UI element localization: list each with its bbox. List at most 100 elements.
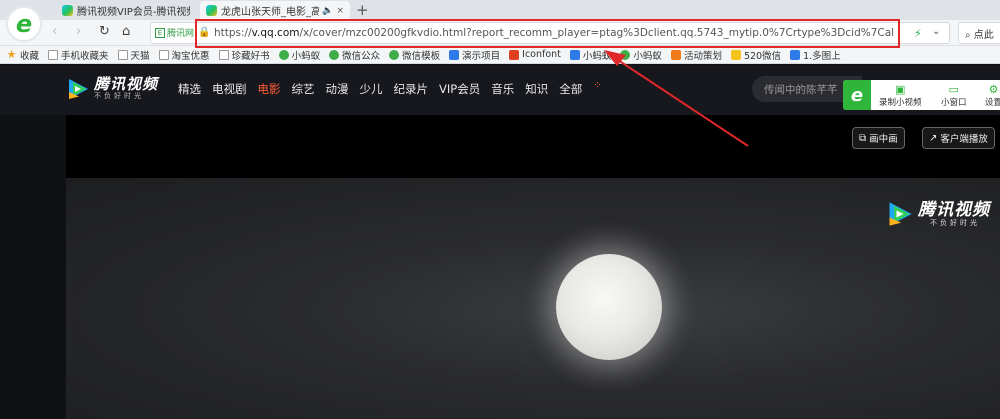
- bookmark-item[interactable]: 1.多图上: [790, 48, 841, 62]
- tencent-video-logo[interactable]: 腾讯视频 不负好时光: [66, 76, 158, 101]
- bookmark-label: 天猫: [130, 50, 150, 62]
- pip-button[interactable]: ⧉ 画中画: [852, 127, 905, 149]
- pip-icon: ⧉: [859, 132, 867, 144]
- bookmark-item[interactable]: 微信公众: [329, 48, 380, 62]
- browser-search-box[interactable]: ⌕ 点此: [958, 22, 1000, 44]
- nav-item[interactable]: 全部: [559, 81, 582, 97]
- nav-item[interactable]: 少儿: [360, 81, 383, 97]
- bookmark-label: 小蚂蚁: [633, 50, 662, 62]
- tv-icon: ▭: [948, 83, 959, 96]
- tencent-video-play-logo-icon: [69, 78, 88, 99]
- page-background: [0, 115, 66, 419]
- lightning-icon[interactable]: ⚡: [914, 27, 922, 40]
- orange-icon: [670, 49, 681, 60]
- green-icon: [329, 49, 340, 60]
- tab-title: 腾讯视频VIP会员-腾讯视频: [77, 7, 190, 18]
- bookmark-label: 微信公众: [342, 50, 381, 62]
- nav-item[interactable]: 精选: [178, 81, 201, 97]
- speaker-icon[interactable]: 🔈: [322, 6, 333, 16]
- watermark-brand-name: 腾讯视频: [918, 199, 990, 220]
- bookmark-item[interactable]: ★ 收藏: [6, 48, 39, 62]
- main-nav: 精选 电视剧 电影 综艺 动漫 少儿 纪录片 VIP会员 音乐 知识 全部 ⁘: [178, 81, 614, 97]
- search-icon: ⌕: [965, 30, 971, 41]
- nav-item[interactable]: 音乐: [491, 81, 514, 97]
- site-chip-label: 腾讯网: [167, 29, 195, 39]
- bookmark-item[interactable]: 活动策划: [670, 48, 722, 62]
- nav-item[interactable]: 综艺: [292, 81, 315, 97]
- browser-logo-icon[interactable]: e: [6, 6, 42, 42]
- nav-item[interactable]: 电视剧: [212, 81, 247, 97]
- nav-item[interactable]: 动漫: [326, 81, 349, 97]
- bookmark-label: 珍藏好书: [231, 50, 270, 62]
- bookmark-label: 演示项目: [462, 50, 501, 62]
- nav-item[interactable]: 纪录片: [394, 81, 429, 97]
- page-icon: [158, 49, 169, 60]
- url-scheme: https://: [214, 27, 252, 39]
- mixed-icon: [730, 49, 741, 60]
- bookmark-label: 小蚂蚁: [582, 50, 612, 62]
- record-video-button[interactable]: ▣ 录制小视频: [879, 83, 922, 108]
- bookmark-item[interactable]: 520微信: [730, 48, 782, 62]
- moon-image: [556, 254, 662, 360]
- url-host: v.qq.com: [251, 27, 300, 39]
- bookmark-item[interactable]: 天猫: [117, 48, 150, 62]
- nav-item[interactable]: 知识: [525, 81, 548, 97]
- watermark-play-logo-icon: [889, 202, 912, 226]
- bookmark-item[interactable]: 淘宝优惠: [158, 48, 210, 62]
- star-icon: ★: [6, 47, 17, 61]
- bookmark-item[interactable]: 小蚂蚁: [278, 48, 320, 62]
- pip-label: 画中画: [869, 134, 898, 145]
- green-icon: [389, 49, 400, 60]
- bookmark-label: 手机收藏夹: [61, 50, 109, 62]
- tab-vip[interactable]: 腾讯视频VIP会员-腾讯视频: [56, 1, 196, 20]
- page-icon: [117, 49, 128, 60]
- settings-button[interactable]: ⚙ 设置: [985, 83, 1000, 108]
- bookmark-label: 收藏: [20, 50, 40, 62]
- client-play-button[interactable]: ↗ 客户端播放: [922, 127, 995, 149]
- watermark-slogan: 不负好时光: [930, 218, 980, 227]
- tab-movie[interactable]: 龙虎山张天师_电影_高清10 🔈 ×: [200, 1, 350, 20]
- bookmark-item[interactable]: 小蚂蚁: [620, 48, 662, 62]
- client-play-label: 客户端播放: [940, 134, 988, 145]
- grid-icon[interactable]: ⁘: [593, 81, 603, 91]
- lock-icon: 🔒: [198, 27, 211, 38]
- bookmark-label: 淘宝优惠: [171, 50, 210, 62]
- close-icon[interactable]: ×: [336, 6, 344, 16]
- settings-label: 设置: [985, 98, 1000, 108]
- bookmark-item[interactable]: 手机收藏夹: [48, 48, 109, 62]
- home-button[interactable]: ⌂: [122, 24, 130, 40]
- chevron-down-icon[interactable]: ⌄: [932, 26, 940, 37]
- new-tab-button[interactable]: +: [356, 1, 369, 19]
- brand-name: 腾讯视频: [94, 75, 159, 93]
- nav-item[interactable]: 电影: [258, 81, 281, 97]
- tab-title: 龙虎山张天师_电影_高清10: [221, 7, 320, 18]
- bookmark-item[interactable]: Iconfont: [509, 49, 561, 60]
- green-icon: [278, 49, 289, 60]
- tencent-video-watermark: 腾讯视频 不负好时光: [886, 200, 990, 228]
- back-button[interactable]: ‹: [52, 24, 57, 40]
- bookmark-item[interactable]: 演示项目: [449, 48, 500, 62]
- page-icon: [48, 49, 59, 60]
- extension-logo-icon: e: [843, 80, 871, 110]
- reload-button[interactable]: ↻: [99, 24, 110, 40]
- record-video-label: 录制小视频: [879, 98, 922, 108]
- blue-icon: [449, 49, 460, 60]
- bookmark-item[interactable]: 微信模板: [389, 48, 440, 62]
- site-chip-icon: E: [155, 27, 165, 38]
- mini-window-button[interactable]: ▭ 小窗口: [941, 83, 967, 108]
- mini-window-label: 小窗口: [941, 98, 967, 108]
- site-identity-chip[interactable]: E 腾讯网: [155, 26, 194, 39]
- bookmarks-bar: ★ 收藏 手机收藏夹 天猫 淘宝优惠 珍藏好书 小蚂蚁 微信公众 微信模板 演示项目 Iconfon…: [0, 46, 1000, 64]
- nav-item[interactable]: VIP会员: [439, 81, 480, 97]
- tencent-video-favicon-icon: [206, 5, 217, 16]
- url-input[interactable]: https://v.qq.com/x/cover/mzc00200gfkvdio…: [214, 27, 894, 39]
- forward-button[interactable]: ›: [76, 24, 81, 40]
- bookmark-label: 520微信: [743, 50, 782, 62]
- blue-icon: [569, 49, 580, 60]
- url-path: /x/cover/mzc00200gfkvdio.html?report_rec…: [299, 27, 894, 39]
- bookmark-item[interactable]: 小蚂蚁: [569, 48, 612, 62]
- bookmark-item[interactable]: 珍藏好书: [218, 48, 270, 62]
- blue-icon: [790, 49, 801, 60]
- record-icon: ▣: [895, 83, 906, 96]
- gear-icon: ⚙: [988, 83, 999, 96]
